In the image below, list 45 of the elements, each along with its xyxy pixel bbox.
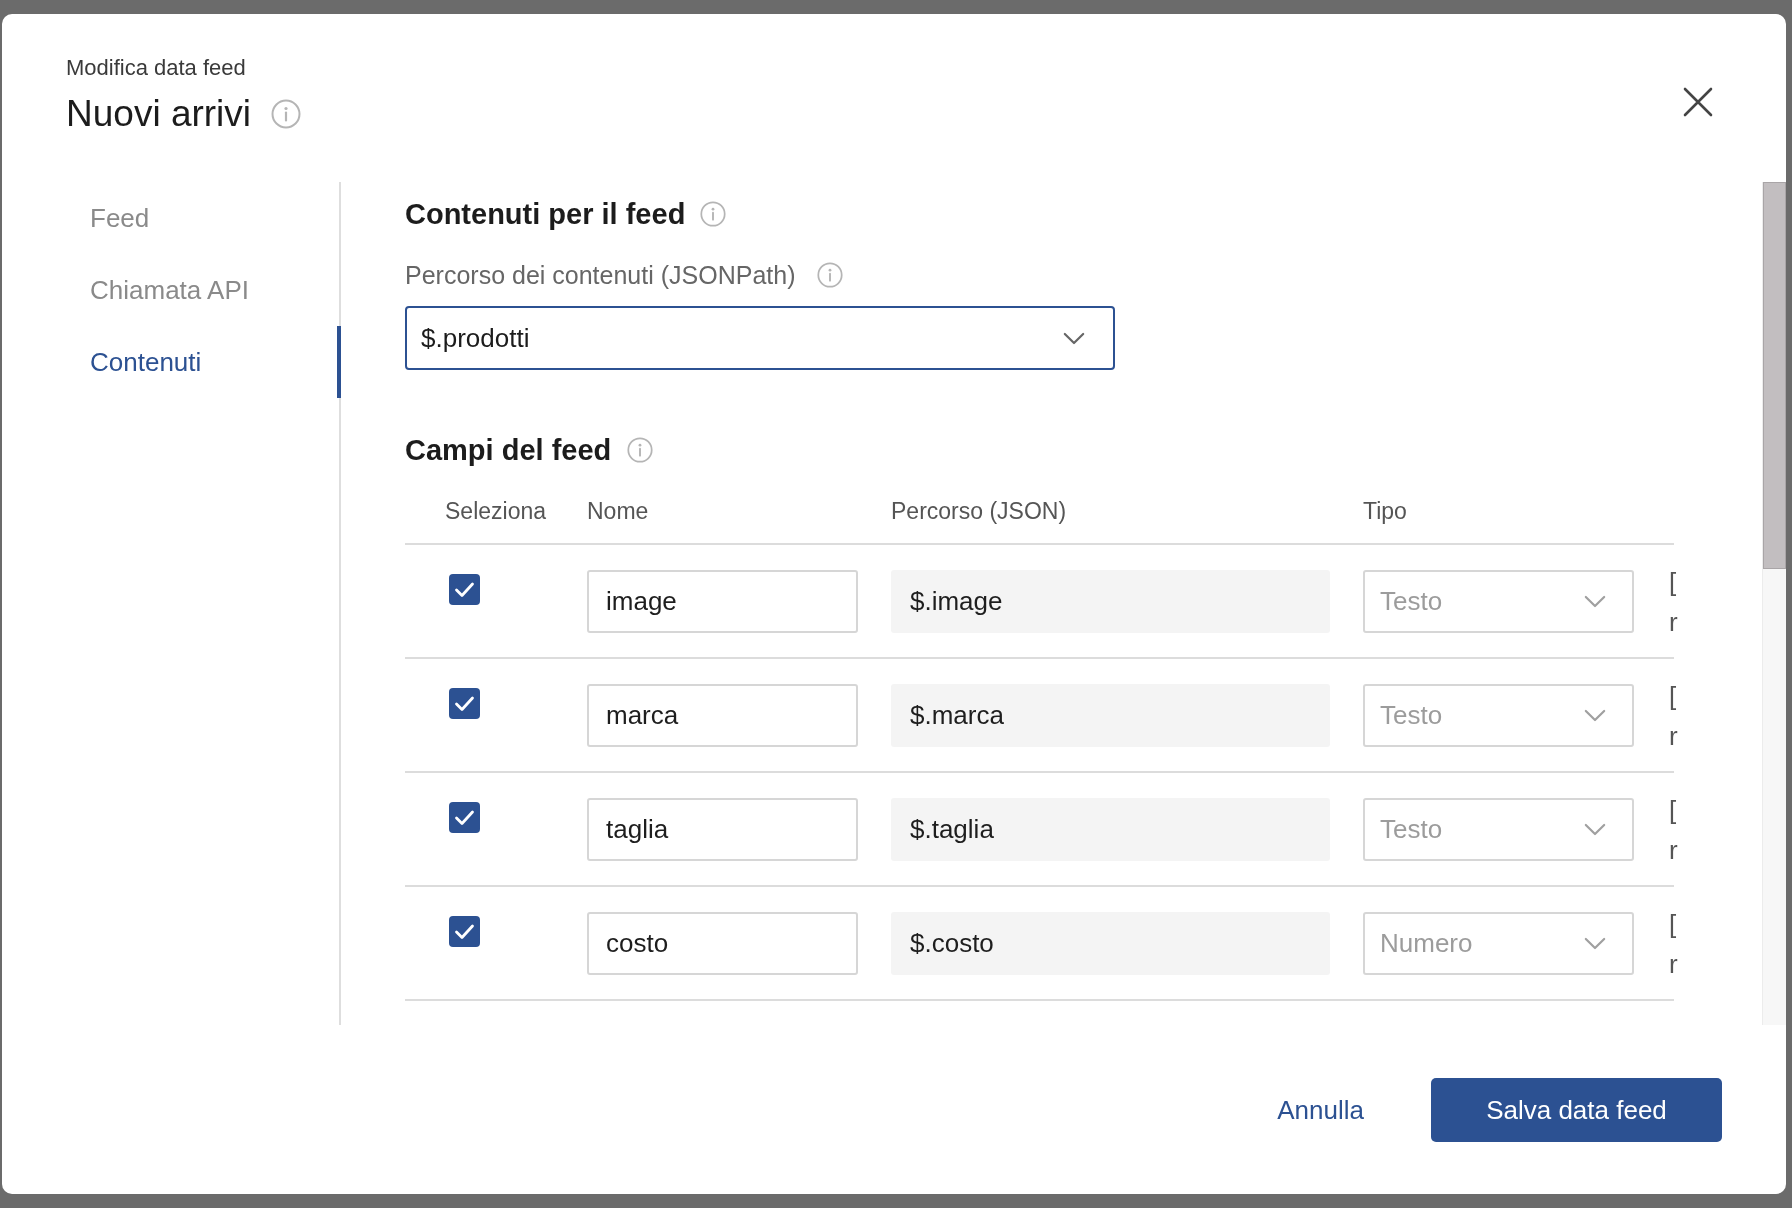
info-icon[interactable] <box>271 99 302 129</box>
chevron-icon <box>1584 595 1606 608</box>
checkbox[interactable] <box>449 574 480 605</box>
field-label: Percorso dei contenuti (JSONPath) <box>405 260 796 291</box>
save-button[interactable]: Salva data feed <box>1431 1078 1722 1142</box>
chevron-icon <box>1584 937 1606 950</box>
path-field: $.marca <box>891 684 1330 747</box>
table-cell-text: [ <box>1669 680 1677 713</box>
name-input[interactable]: marca <box>587 684 858 747</box>
chevron-icon <box>1584 709 1606 722</box>
checkbox[interactable] <box>449 688 480 719</box>
column-header: Percorso (JSON) <box>891 498 1067 524</box>
chevron-icon <box>1063 331 1085 345</box>
jsonpath-dropdown[interactable]: $.prodotti <box>405 306 1115 370</box>
info-icon[interactable] <box>700 201 727 227</box>
name-input[interactable]: taglia <box>587 798 858 861</box>
name-input[interactable]: costo <box>587 912 858 975</box>
column-header: Seleziona <box>445 498 547 524</box>
name-input[interactable]: image <box>587 570 858 633</box>
checkbox[interactable] <box>449 916 480 947</box>
scrollbar-thumb[interactable] <box>1763 182 1786 569</box>
section-heading: Contenuti per il feed <box>405 197 686 232</box>
dialog-title: Nuovi arrivi <box>66 92 252 136</box>
column-header: Nome <box>587 498 649 524</box>
checkbox[interactable] <box>449 802 480 833</box>
path-field: $.taglia <box>891 798 1330 861</box>
scrollbar[interactable] <box>1762 182 1786 1025</box>
close-icon[interactable] <box>1683 87 1713 117</box>
table-cell-text: r <box>1669 720 1678 753</box>
info-icon[interactable] <box>627 437 654 463</box>
path-field: $.image <box>891 570 1330 633</box>
sidebar-item[interactable]: Contenuti <box>66 326 341 398</box>
chevron-icon <box>1584 823 1606 836</box>
table-cell-text: r <box>1669 948 1678 981</box>
path-field: $.costo <box>891 912 1330 975</box>
dialog-subtitle: Modifica data feed <box>66 54 247 82</box>
info-icon[interactable] <box>817 262 844 288</box>
table-cell-text: [ <box>1669 566 1677 599</box>
cancel-link[interactable]: Annulla <box>1277 1078 1364 1142</box>
section-heading: Campi del feed <box>405 433 612 468</box>
table-cell-text: [ <box>1669 794 1677 827</box>
column-header: Tipo <box>1363 498 1407 524</box>
table-cell-text: r <box>1669 606 1678 639</box>
table-cell-text: r <box>1669 834 1678 867</box>
table-cell-text: [ <box>1669 908 1677 941</box>
